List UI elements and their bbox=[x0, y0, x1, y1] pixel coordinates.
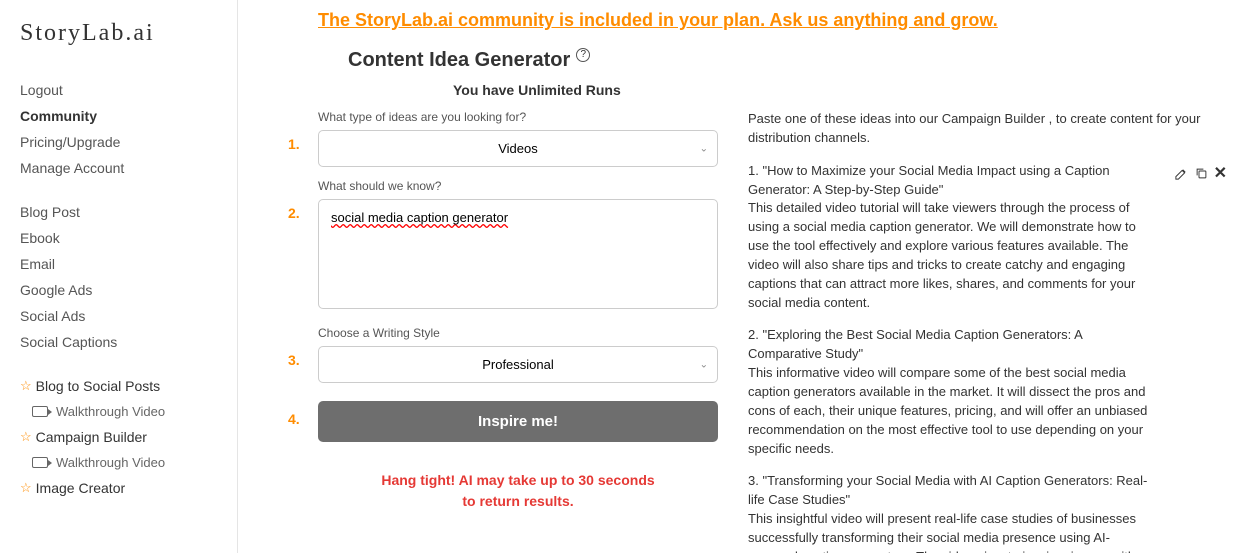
field-label-style: Choose a Writing Style bbox=[318, 326, 718, 340]
nav-logout[interactable]: Logout bbox=[20, 77, 237, 103]
star-icon: ☆ bbox=[20, 480, 32, 496]
nav-blog-to-social[interactable]: ☆ Blog to Social Posts bbox=[20, 373, 237, 399]
nav-google-ads[interactable]: Google Ads bbox=[20, 277, 237, 303]
result-item: 1. "How to Maximize your Social Media Im… bbox=[748, 162, 1217, 313]
logo: StoryLab.ai bbox=[20, 20, 237, 47]
nav-star-label: Campaign Builder bbox=[36, 429, 147, 445]
nav-community[interactable]: Community bbox=[20, 103, 237, 129]
sidebar: StoryLab.ai Logout Community Pricing/Upg… bbox=[0, 0, 238, 553]
edit-icon[interactable] bbox=[1174, 165, 1190, 181]
result-text: 3. "Transforming your Social Media with … bbox=[748, 472, 1157, 553]
community-banner-link[interactable]: The StoryLab.ai community is included in… bbox=[318, 10, 1217, 31]
nav-manage-account[interactable]: Manage Account bbox=[20, 155, 237, 181]
result-item: 2. "Exploring the Best Social Media Capt… bbox=[748, 326, 1217, 458]
nav-walkthrough-video-1[interactable]: Walkthrough Video bbox=[20, 399, 237, 424]
writing-style-select[interactable]: Professional bbox=[318, 346, 718, 383]
field-label-type: What type of ideas are you looking for? bbox=[318, 110, 718, 124]
nav-walkthrough-video-2[interactable]: Walkthrough Video bbox=[20, 450, 237, 475]
nav-blog-post[interactable]: Blog Post bbox=[20, 199, 237, 225]
close-icon[interactable]: ✕ bbox=[1214, 162, 1227, 185]
result-actions: ✕ bbox=[1174, 162, 1227, 185]
video-icon bbox=[32, 457, 48, 468]
results-intro: Paste one of these ideas into our Campai… bbox=[748, 110, 1217, 148]
step-number: 1. bbox=[288, 136, 300, 152]
step-number: 4. bbox=[288, 411, 300, 427]
nav-star-label: Blog to Social Posts bbox=[36, 378, 161, 394]
copy-icon[interactable] bbox=[1194, 165, 1210, 181]
info-icon[interactable]: ? bbox=[576, 48, 590, 62]
video-icon bbox=[32, 406, 48, 417]
star-icon: ☆ bbox=[20, 378, 32, 394]
nav-sub-label: Walkthrough Video bbox=[56, 455, 165, 470]
results-column: Paste one of these ideas into our Campai… bbox=[748, 110, 1217, 553]
nav-pricing[interactable]: Pricing/Upgrade bbox=[20, 129, 237, 155]
inspire-button[interactable]: Inspire me! bbox=[318, 401, 718, 442]
page-title: Content Idea Generator bbox=[348, 49, 570, 72]
nav-email[interactable]: Email bbox=[20, 251, 237, 277]
star-icon: ☆ bbox=[20, 429, 32, 445]
nav-star-label: Image Creator bbox=[36, 480, 125, 496]
nav-top: Logout Community Pricing/Upgrade Manage … bbox=[20, 77, 237, 181]
runs-line: You have Unlimited Runs bbox=[453, 82, 1217, 98]
topic-textarea[interactable] bbox=[318, 199, 718, 309]
nav-social-captions[interactable]: Social Captions bbox=[20, 329, 237, 355]
result-text: 2. "Exploring the Best Social Media Capt… bbox=[748, 326, 1157, 458]
result-text: 1. "How to Maximize your Social Media Im… bbox=[748, 162, 1157, 313]
step-number: 3. bbox=[288, 352, 300, 368]
nav-social-ads[interactable]: Social Ads bbox=[20, 303, 237, 329]
nav-starred: ☆ Blog to Social Posts Walkthrough Video… bbox=[20, 373, 237, 501]
form-column: What type of ideas are you looking for? … bbox=[318, 110, 718, 553]
main-content: The StoryLab.ai community is included in… bbox=[238, 0, 1237, 553]
nav-ebook[interactable]: Ebook bbox=[20, 225, 237, 251]
nav-mid: Blog Post Ebook Email Google Ads Social … bbox=[20, 199, 237, 355]
campaign-builder-link[interactable]: Campaign Builder bbox=[942, 111, 1045, 126]
result-item: 3. "Transforming your Social Media with … bbox=[748, 472, 1217, 553]
nav-campaign-builder[interactable]: ☆ Campaign Builder bbox=[20, 424, 237, 450]
wait-message: Hang tight! AI may take up to 30 seconds… bbox=[318, 470, 718, 512]
step-number: 2. bbox=[288, 205, 300, 221]
idea-type-select[interactable]: Videos bbox=[318, 130, 718, 167]
nav-sub-label: Walkthrough Video bbox=[56, 404, 165, 419]
nav-image-creator[interactable]: ☆ Image Creator bbox=[20, 475, 237, 501]
field-label-know: What should we know? bbox=[318, 179, 718, 193]
